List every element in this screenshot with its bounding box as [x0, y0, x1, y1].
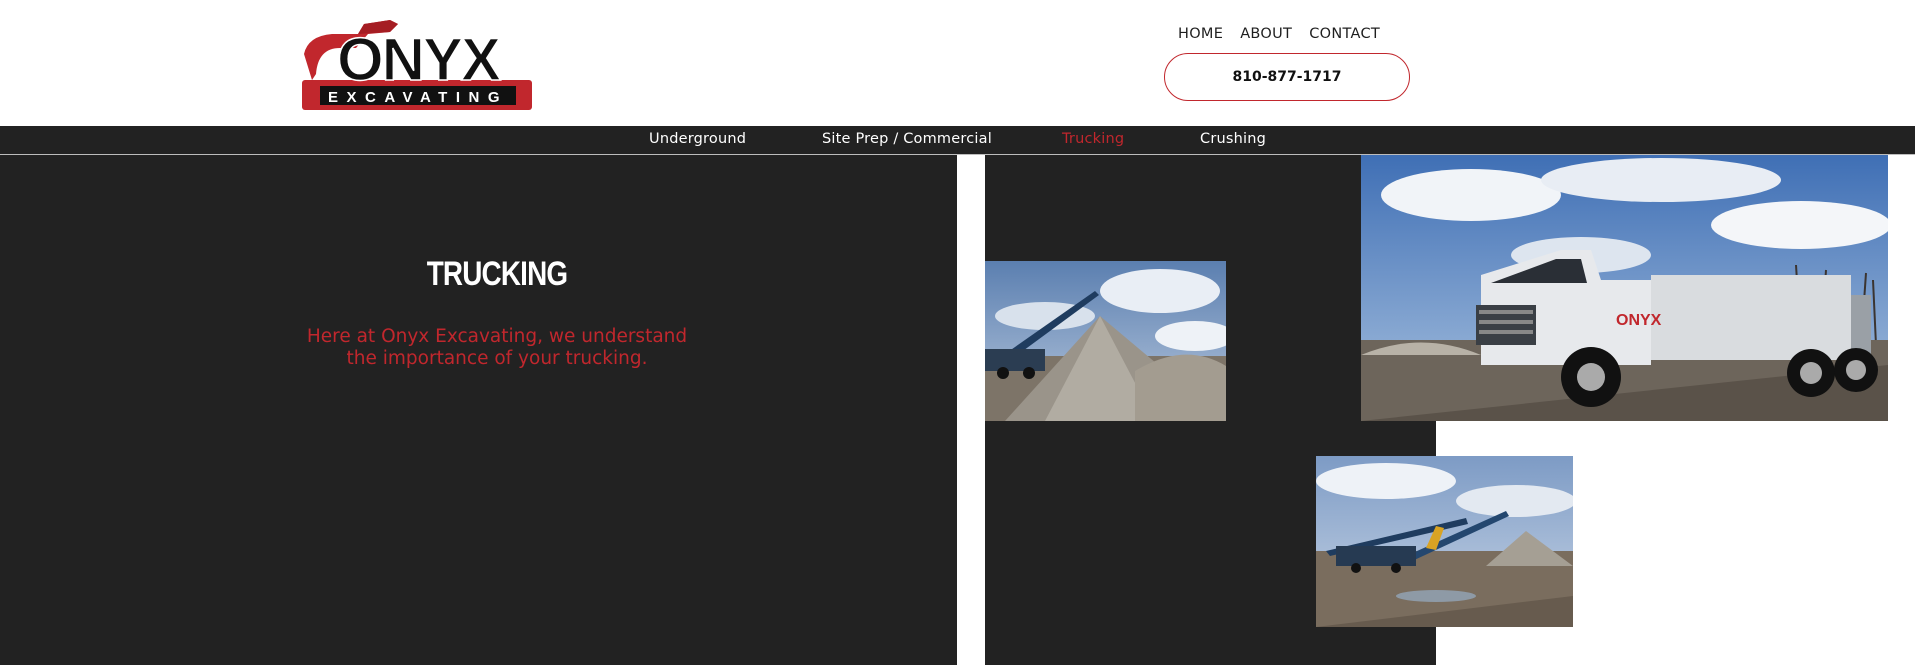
- gallery-photo-crusher[interactable]: [1316, 456, 1573, 627]
- gallery-photo-truck[interactable]: ONYX: [1361, 155, 1888, 421]
- service-nav-crushing[interactable]: Crushing: [1200, 131, 1266, 147]
- svg-text:ONYX: ONYX: [337, 26, 501, 93]
- nav-about-link[interactable]: ABOUT: [1240, 26, 1292, 42]
- service-nav-trucking[interactable]: Trucking: [1062, 131, 1124, 147]
- intro-text: Here at Onyx Excavating, we understand t…: [306, 326, 688, 369]
- onyx-logo[interactable]: ONYX EXCAVATING: [298, 18, 536, 112]
- svg-text:ONYX: ONYX: [1616, 312, 1662, 329]
- page-title: TRUCKING: [426, 255, 568, 293]
- nav-home-link[interactable]: HOME: [1178, 26, 1223, 42]
- page: ONYX EXCAVATING HOME ABOUT CONTACT 810-8…: [0, 0, 1920, 665]
- service-nav-underground[interactable]: Underground: [649, 131, 746, 147]
- gallery-photo-stacker[interactable]: [985, 261, 1226, 421]
- svg-text:EXCAVATING: EXCAVATING: [328, 89, 508, 106]
- top-nav: HOME ABOUT CONTACT: [1178, 26, 1380, 42]
- content-panel: [0, 155, 957, 665]
- service-nav-site-prep[interactable]: Site Prep / Commercial: [822, 131, 992, 147]
- nav-contact-link[interactable]: CONTACT: [1309, 26, 1380, 42]
- phone-button[interactable]: 810-877-1717: [1164, 53, 1410, 101]
- service-nav-bar: Underground Site Prep / Commercial Truck…: [0, 126, 1915, 154]
- phone-number: 810-877-1717: [1232, 69, 1342, 85]
